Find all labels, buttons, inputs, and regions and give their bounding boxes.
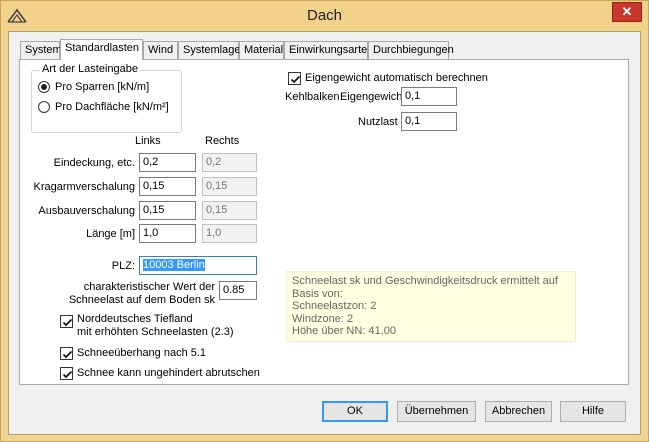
- info-line-schneelastzone: Schneelastzon: 2: [292, 300, 377, 312]
- tab-durchbiegungen[interactable]: Durchbiegungen: [368, 41, 454, 59]
- kragarmverschalung-right-input[interactable]: 0,15: [202, 177, 257, 196]
- laenge-right-input[interactable]: 1,0: [202, 224, 257, 243]
- kragarmverschalung-left-input[interactable]: 0,15: [139, 177, 196, 196]
- info-line-hoehe: Höhe über NN: 41,00: [292, 325, 396, 337]
- nutzlast-input[interactable]: 0,1: [401, 112, 457, 131]
- tab-standardlasten[interactable]: Standardlasten: [60, 39, 143, 60]
- cancel-button[interactable]: Abbrechen: [485, 401, 552, 422]
- row-label-eindeckung: Eindeckung, etc.: [53, 157, 135, 169]
- plz-label: PLZ:: [111, 260, 135, 272]
- plz-input[interactable]: 10003 Berlin: [139, 256, 257, 275]
- column-header-rechts: Rechts: [205, 135, 240, 147]
- norddeutsches-tiefland-label-line1[interactable]: Norddeutsches Tiefland: [77, 313, 193, 326]
- tab-wind[interactable]: Wind: [143, 41, 178, 59]
- dialog-client-area: System Standardlasten Wind Systemlager M…: [8, 31, 641, 435]
- window-title: Dach: [306, 7, 343, 24]
- checkmark-icon: [62, 370, 73, 379]
- radio-pro-dachflaeche-label[interactable]: Pro Dachfläche [kN/m²]: [55, 101, 169, 113]
- title-bar[interactable]: Dach ✕: [1, 1, 648, 31]
- radio-pro-sparren-label[interactable]: Pro Sparren [kN/m]: [55, 81, 149, 93]
- checkmark-icon: [290, 75, 301, 84]
- schneeueberhang-label[interactable]: Schneeüberhang nach 5.1: [77, 347, 206, 359]
- tab-systemlager[interactable]: Systemlager: [178, 41, 244, 59]
- radio-pro-sparren[interactable]: [38, 81, 50, 93]
- eigengewicht-label[interactable]: Eigengewicht automatisch berechnen: [305, 72, 488, 84]
- norddeutsches-tiefland-label-line2[interactable]: mit erhöhten Schneelasten (2.3): [77, 326, 234, 339]
- eindeckung-right-input[interactable]: 0,2: [202, 153, 257, 172]
- info-box: Schneelast sk und Geschwindigkeitsdruck …: [286, 271, 576, 342]
- tab-material[interactable]: Material: [239, 41, 284, 59]
- snow-value-label-line1: charakteristischer Wert der: [83, 281, 215, 293]
- row-label-laenge: Länge [m]: [86, 228, 135, 240]
- apply-button[interactable]: Übernehmen: [397, 401, 476, 422]
- radio-pro-dachflaeche[interactable]: [38, 101, 50, 113]
- close-button[interactable]: ✕: [612, 2, 642, 22]
- column-header-links: Links: [135, 135, 161, 147]
- info-line-windzone: Windzone: 2: [292, 312, 354, 325]
- checkmark-icon: [62, 350, 73, 359]
- eigengewicht-checkbox[interactable]: [288, 72, 301, 85]
- schnee-abrutschen-checkbox[interactable]: [60, 367, 73, 380]
- norddeutsches-tiefland-checkbox[interactable]: [60, 315, 73, 328]
- row-label-kragarmverschalung: Kragarmverschalung: [33, 181, 136, 193]
- standardlasten-panel: Art der Lasteingabe Pro Sparren [kN/m] P…: [19, 59, 629, 385]
- schnee-abrutschen-label[interactable]: Schnee kann ungehindert abrutschen: [77, 367, 260, 379]
- close-icon: ✕: [621, 4, 633, 19]
- info-line-basis: Schneelast sk und Geschwindigkeitsdruck …: [292, 275, 558, 300]
- tab-einwirkungsarten[interactable]: Einwirkungsarten: [284, 41, 373, 59]
- kehlbalken-label: Kehlbalken: [285, 91, 340, 103]
- eindeckung-left-input[interactable]: 0,2: [139, 153, 196, 172]
- tab-system[interactable]: System: [20, 41, 62, 59]
- checkmark-icon: [62, 318, 73, 327]
- laenge-left-input[interactable]: 1,0: [139, 224, 196, 243]
- dialog-window: Dach ✕ System Standardlasten Wind System…: [0, 0, 649, 442]
- nutzlast-label: Nutzlast: [358, 116, 398, 128]
- ok-button[interactable]: OK: [322, 401, 388, 422]
- ausbauverschalung-right-input[interactable]: 0,15: [202, 201, 257, 220]
- kehlbalken-eigengewicht-label: Eigengewicht: [340, 91, 406, 103]
- load-input-group-label: Art der Lasteingabe: [40, 63, 141, 75]
- plz-value: 10003 Berlin: [143, 259, 205, 271]
- row-label-ausbauverschalung: Ausbauverschalung: [38, 205, 135, 217]
- snow-value-input[interactable]: 0.85: [219, 281, 257, 300]
- load-input-group: Art der Lasteingabe Pro Sparren [kN/m] P…: [31, 63, 182, 133]
- ausbauverschalung-left-input[interactable]: 0,15: [139, 201, 196, 220]
- schneeueberhang-checkbox[interactable]: [60, 347, 73, 360]
- help-button[interactable]: Hilfe: [560, 401, 626, 422]
- kehlbalken-eigengewicht-input[interactable]: 0,1: [401, 87, 457, 106]
- snow-value-label-line2: Schneelast auf dem Boden sk: [68, 294, 215, 306]
